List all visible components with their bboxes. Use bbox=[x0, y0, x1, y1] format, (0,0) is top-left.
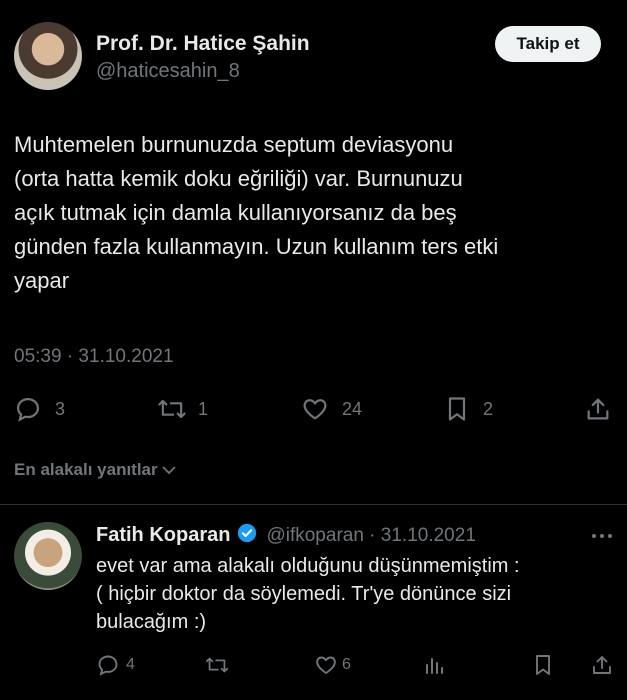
reply-line: ( hiçbir doktor da söylemedi. Tr'ye dönü… bbox=[96, 583, 512, 605]
divider bbox=[0, 504, 627, 505]
reply-author-name[interactable]: Fatih Koparan bbox=[96, 524, 230, 547]
reply-reply-count: 4 bbox=[126, 656, 135, 673]
reply-icon[interactable] bbox=[14, 395, 42, 423]
like-icon[interactable] bbox=[300, 395, 330, 423]
reply-bookmark-icon[interactable] bbox=[532, 653, 554, 677]
reply-reply-icon[interactable] bbox=[96, 653, 120, 677]
reply-handle-date[interactable]: @ifkoparan · 31.10.2021 bbox=[266, 525, 475, 547]
tweet-line: açık tutmak için damla kullanıyorsanız d… bbox=[14, 200, 457, 225]
author-name[interactable]: Prof. Dr. Hatice Şahin bbox=[96, 32, 310, 56]
chevron-down-icon bbox=[162, 462, 176, 480]
retweet-count: 1 bbox=[198, 399, 209, 419]
bookmark-count: 2 bbox=[483, 399, 494, 419]
reply-count: 3 bbox=[55, 399, 66, 419]
reply-share-icon[interactable] bbox=[590, 653, 614, 677]
author-handle[interactable]: @haticesahin_8 bbox=[96, 60, 240, 83]
tweet-text: Muhtemelen burnunuzda septum deviasyonu … bbox=[14, 128, 614, 298]
tweet-line: Muhtemelen burnunuzda septum deviasyonu bbox=[14, 132, 454, 157]
bookmark-icon[interactable] bbox=[444, 395, 470, 423]
reply-analytics-icon[interactable] bbox=[422, 653, 446, 677]
replies-filter[interactable]: En alakalı yanıtlar bbox=[14, 460, 176, 480]
reply-like-count: 6 bbox=[342, 656, 351, 673]
verified-badge-icon bbox=[236, 522, 258, 549]
tweet-timestamp[interactable]: 05:39 · 31.10.2021 bbox=[14, 346, 174, 368]
reply-like-icon[interactable] bbox=[314, 653, 338, 677]
author-avatar[interactable] bbox=[14, 22, 82, 90]
reply-line: evet var ama alakalı olduğunu düşünmemiş… bbox=[96, 555, 520, 577]
reply-header: Fatih Koparan @ifkoparan · 31.10.2021 bbox=[96, 522, 476, 549]
share-icon[interactable] bbox=[584, 395, 612, 423]
like-count: 24 bbox=[342, 399, 363, 419]
reply-line: bulacağım :) bbox=[96, 611, 207, 633]
reply-text: evet var ama alakalı olduğunu düşünmemiş… bbox=[96, 552, 616, 636]
reply-avatar[interactable] bbox=[14, 522, 82, 590]
tweet-line: yapar bbox=[14, 268, 70, 293]
replies-filter-label: En alakalı yanıtlar bbox=[14, 460, 158, 479]
more-options-icon[interactable] bbox=[590, 528, 614, 546]
retweet-icon[interactable] bbox=[156, 395, 188, 423]
tweet-line: (orta hatta kemik doku eğriliği) var. Bu… bbox=[14, 166, 463, 191]
reply-retweet-icon[interactable] bbox=[204, 653, 230, 677]
tweet-line: günden fazla kullanmayın. Uzun kullanım … bbox=[14, 234, 499, 259]
follow-button[interactable]: Takip et bbox=[495, 26, 601, 62]
